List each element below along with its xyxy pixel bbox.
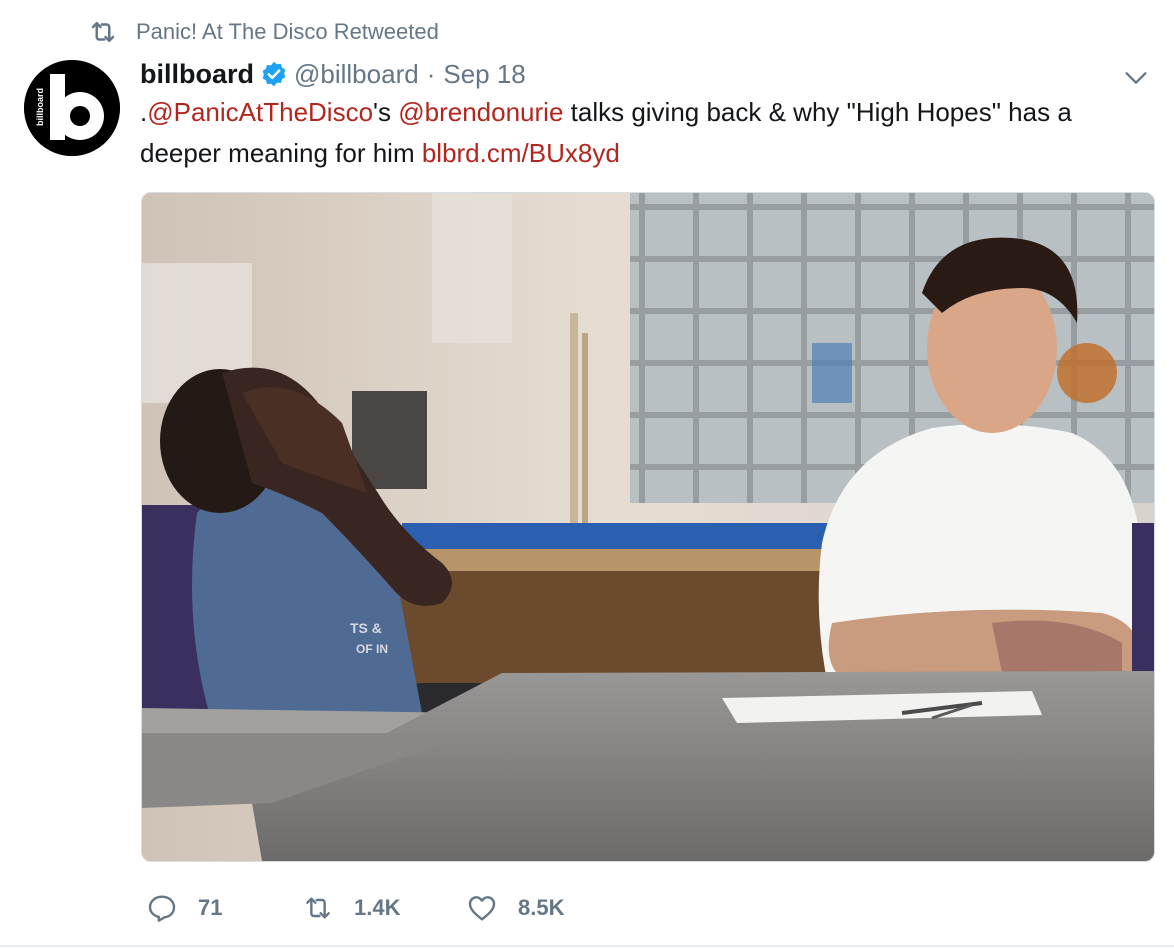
tweet-divider [0,945,1174,947]
tweet-actions: 71 1.4K 8.5K [146,888,564,928]
shirt-text-2: OF IN [356,642,388,656]
tweet-text: .@PanicAtTheDisco's @brendonurie talks g… [140,92,1155,174]
billboard-logo: billboard [24,60,120,156]
tweet-text-mid: 's [373,97,399,127]
like-button[interactable]: 8.5K [466,892,564,924]
retweet-context-label[interactable]: Panic! At The Disco Retweeted [136,19,439,45]
avatar[interactable]: billboard [24,60,120,156]
retweet-icon [91,22,115,42]
author-handle[interactable]: @billboard [294,59,419,90]
chevron-down-icon[interactable] [1122,64,1150,92]
reply-count: 71 [198,895,223,920]
mention-brendonurie[interactable]: @brendonurie [398,97,563,127]
reply-icon [148,895,176,922]
header-separator: · [426,58,436,89]
tweet-photo[interactable]: TS & OF IN [141,192,1155,862]
avatar-wordmark: billboard [35,88,45,126]
mention-panicatthedisco[interactable]: @PanicAtTheDisco [147,97,373,127]
heart-icon [468,896,496,921]
retweet-count: 1.4K [354,895,401,920]
tweet-header: billboard @billboard · Sep 18 [140,54,526,94]
tweet-timestamp[interactable]: Sep 18 [443,59,525,90]
reply-button[interactable]: 71 [146,892,302,924]
author-name[interactable]: billboard [140,59,254,90]
verified-badge-icon [262,61,286,87]
shirt-text-1: TS & [350,620,382,636]
tweet-link[interactable]: blbrd.cm/BUx8yd [422,138,620,168]
retweet-button[interactable]: 1.4K [302,892,466,924]
tweet[interactable]: Panic! At The Disco Retweeted billboard … [0,0,1174,948]
retweet-action-icon [306,897,330,919]
retweet-context: Panic! At The Disco Retweeted [88,16,439,48]
like-count: 8.5K [518,895,565,920]
